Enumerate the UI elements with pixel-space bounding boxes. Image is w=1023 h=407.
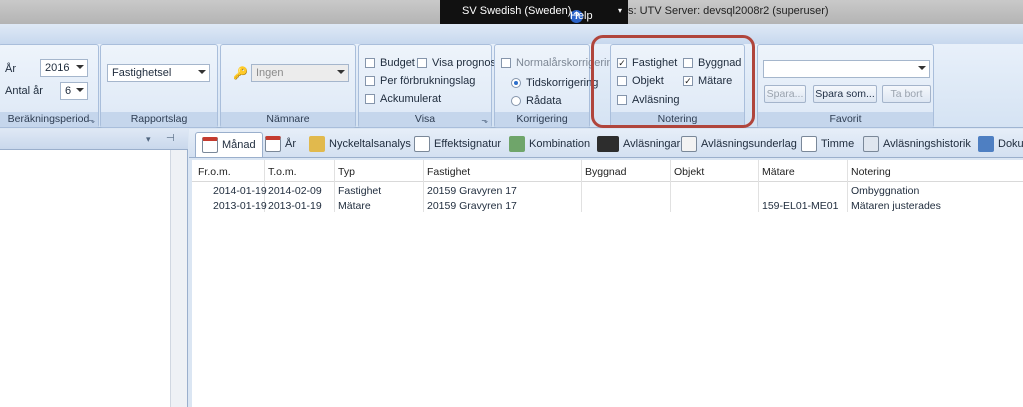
language-selector[interactable]: SV Swedish (Sweden) [462,5,571,17]
tab-avlasningshistorik[interactable]: Avläsningshistorik [857,133,971,155]
group-favorit: Spara... Spara som... Ta bort Favorit [757,44,934,128]
title-bar: SV Swedish (Sweden) ? Help ▾ s: UTV Serv… [0,0,1023,24]
cell: Fastighet [338,185,382,197]
cell: 159-EL01-ME01 [762,200,839,212]
calendar-icon [265,136,281,152]
tab-dokument[interactable]: Doku [972,133,1023,155]
dialog-launcher-icon[interactable]: ⬎ [88,116,95,125]
left-pane-scrollbar[interactable] [170,150,187,407]
ribbon: År 2016 Antal år 6 Beräkningsperiod ⬎ Fa… [0,44,1023,128]
calendar-icon [202,137,218,153]
radata-radio[interactable]: Rådata [511,95,561,107]
cell: 2014-01-19 [213,185,267,197]
tab-ar[interactable]: År [259,133,296,155]
signature-chart-icon [414,136,430,152]
column-header[interactable]: Mätare [762,166,795,178]
combination-chart-icon [509,136,525,152]
tab-avlasningsunderlag[interactable]: Avläsningsunderlag [675,133,797,155]
ackumulerat-checkbox[interactable]: Ackumulerat [365,93,441,105]
ar-select[interactable]: 2016 [40,59,88,77]
notering-highlight-frame [591,35,755,128]
pane-dropdown-icon[interactable]: ▾ [146,134,151,145]
cell: Mätaren justerades [851,200,941,212]
dropdown-icon[interactable]: ▾ [618,6,622,15]
left-pane-header: ▾ ⊣ [0,129,188,150]
document-edit-icon [681,136,697,152]
column-header[interactable]: Fastighet [427,166,470,178]
group-namnare: 🔑 Ingen Nämnare [220,44,356,128]
keys-icon [309,136,325,152]
column-header[interactable]: Byggnad [585,166,626,178]
spara-button[interactable]: Spara... [764,85,806,103]
cell: Ombyggnation [851,185,920,197]
ta-bort-button[interactable]: Ta bort [882,85,931,103]
quick-access-strip [0,24,1023,44]
column-header[interactable]: T.o.m. [268,166,297,178]
table-row[interactable]: 2013-01-19 2013-01-19 Mätare 20159 Gravy… [192,198,1023,214]
group-title: Visa [359,112,491,127]
tab-effektsignatur[interactable]: Effektsignatur [408,133,501,155]
grid-header: Fr.o.m. T.o.m. Typ Fastighet Byggnad Obj… [192,160,1023,182]
left-pane: ▾ ⊣ [0,129,188,407]
rapportslag-select[interactable]: Fastighetsel [107,64,210,82]
cell: 20159 Gravyren 17 [427,185,517,197]
group-title: Beräkningsperiod [0,112,98,127]
help-label: Help [570,10,593,22]
tab-strip: Månad År Nyckeltalsanalys Effektsignatur… [189,129,1023,158]
spara-som-button[interactable]: Spara som... [813,85,877,103]
group-rapportslag: Fastighetsel Rapportslag [100,44,218,128]
group-title: Rapportslag [101,112,217,127]
visa-prognos-checkbox[interactable]: Visa prognos [417,57,496,69]
group-berakningsperiod: År 2016 Antal år 6 Beräkningsperiod ⬎ [0,44,99,128]
per-forbrukningslag-checkbox[interactable]: Per förbrukningslag [365,75,475,87]
favorit-select[interactable] [763,60,930,78]
tidskorrigering-radio[interactable]: Tidskorrigering [511,77,598,89]
table-icon [863,136,879,152]
table-row[interactable]: 2014-01-19 2014-02-09 Fastighet 20159 Gr… [192,183,1023,199]
cell: 2013-01-19 [213,200,267,212]
document-icon [978,136,994,152]
tab-kombination[interactable]: Kombination [503,133,590,155]
pin-icon[interactable]: ⊣ [166,133,175,144]
tab-timme[interactable]: Timme [795,133,854,155]
group-visa: Budget Visa prognos Per förbrukningslag … [358,44,496,128]
data-grid: Fr.o.m. T.o.m. Typ Fastighet Byggnad Obj… [192,160,1023,407]
dialog-launcher-icon[interactable]: ⬎ [481,116,488,125]
column-header[interactable]: Fr.o.m. [198,166,231,178]
clock-chart-icon [801,136,817,152]
tab-manad[interactable]: Månad [195,132,263,157]
column-header[interactable]: Objekt [674,166,704,178]
cell: Mätare [338,200,371,212]
antal-ar-select[interactable]: 6 [60,82,88,100]
meter-icon [597,136,619,152]
cell: 20159 Gravyren 17 [427,200,517,212]
ar-label: År [5,63,16,75]
group-title: Korrigering [495,112,589,127]
tab-nyckeltalsanalys[interactable]: Nyckeltalsanalys [303,133,411,155]
group-title: Nämnare [221,112,355,127]
key-icon: 🔑 [233,66,248,80]
budget-checkbox[interactable]: Budget [365,57,415,69]
namnare-select[interactable]: Ingen [251,64,349,82]
cell: 2014-02-09 [268,185,322,197]
column-header[interactable]: Notering [851,166,891,178]
server-info: s: UTV Server: devsql2008r2 (superuser) [628,5,829,17]
language-bar: SV Swedish (Sweden) ? Help ▾ [440,0,628,24]
tab-avlasningar[interactable]: Avläsningar [591,133,680,155]
group-korrigering: Normalårskorrigering Tidskorrigering Råd… [494,44,619,128]
antal-ar-label: Antal år [5,85,43,97]
column-header[interactable]: Typ [338,166,355,178]
group-title: Favorit [758,112,933,127]
cell: 2013-01-19 [268,200,322,212]
